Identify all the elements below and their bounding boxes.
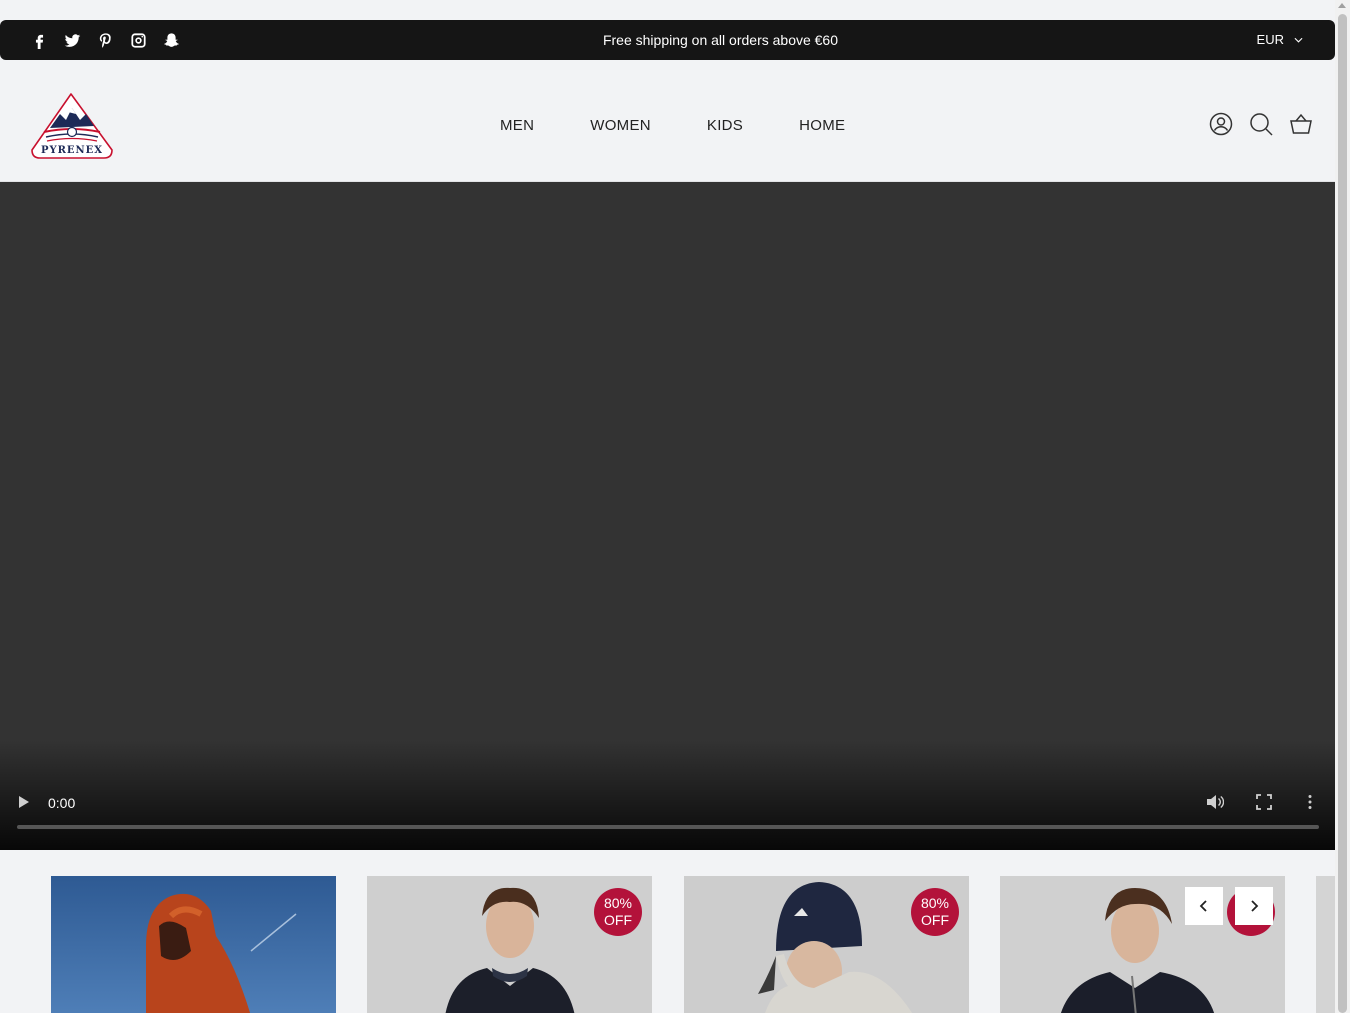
nav-women[interactable]: WOMEN xyxy=(590,117,651,134)
nav-men[interactable]: MEN xyxy=(500,117,534,134)
logo-text: PYRENEX xyxy=(41,145,103,156)
more-options-icon[interactable] xyxy=(1304,794,1316,810)
site-header: PYRENEX MEN WOMEN KIDS HOME xyxy=(0,60,1335,182)
scroll-up-icon[interactable] xyxy=(1338,3,1346,8)
chevron-down-icon xyxy=(1294,37,1303,43)
video-progress-bar[interactable] xyxy=(17,825,1319,829)
play-icon[interactable] xyxy=(19,796,29,808)
carousel-next-button[interactable] xyxy=(1235,887,1273,925)
announcement-bar: Free shipping on all orders above €60 EU… xyxy=(0,20,1335,60)
product-card[interactable] xyxy=(1316,876,1335,1013)
nav-kids[interactable]: KIDS xyxy=(707,117,743,134)
scrollbar-thumb[interactable] xyxy=(1338,14,1347,1013)
chevron-right-icon xyxy=(1251,900,1259,912)
pyrenex-logo[interactable]: PYRENEX xyxy=(30,92,114,160)
product-card[interactable] xyxy=(51,876,336,1013)
product-image xyxy=(51,876,336,1013)
header-icons xyxy=(1209,112,1313,136)
cart-icon[interactable] xyxy=(1289,112,1313,136)
discount-badge: 80% OFF xyxy=(911,888,959,936)
chevron-left-icon xyxy=(1199,900,1207,912)
hero-video[interactable]: 0:00 xyxy=(0,182,1335,850)
video-controls: 0:00 xyxy=(0,792,1335,816)
currency-label: EUR xyxy=(1256,32,1284,47)
announcement-text: Free shipping on all orders above €60 xyxy=(602,32,839,48)
nav-home[interactable]: HOME xyxy=(799,117,845,134)
volume-icon[interactable] xyxy=(1206,794,1225,810)
badge-off: OFF xyxy=(604,912,632,928)
badge-percent: 80% xyxy=(920,895,950,911)
currency-selector[interactable]: EUR xyxy=(1257,32,1303,47)
product-image xyxy=(1316,876,1335,1013)
account-icon[interactable] xyxy=(1209,112,1233,136)
badge-off: OFF xyxy=(921,912,949,928)
page: Free shipping on all orders above €60 EU… xyxy=(0,0,1335,1013)
badge-percent: 80% xyxy=(603,895,633,911)
fullscreen-icon[interactable] xyxy=(1256,794,1272,810)
video-time: 0:00 xyxy=(48,795,76,811)
page-scrollbar[interactable] xyxy=(1335,0,1350,1013)
product-carousel: 80% OFF 80% OFF xyxy=(0,850,1335,1013)
main-nav: MEN WOMEN KIDS HOME xyxy=(500,117,845,134)
search-icon[interactable] xyxy=(1249,112,1273,136)
discount-badge: 80% OFF xyxy=(594,888,642,936)
product-card[interactable]: 80% OFF xyxy=(684,876,969,1013)
product-card[interactable]: 80% OFF xyxy=(367,876,652,1013)
carousel-prev-button[interactable] xyxy=(1185,887,1223,925)
